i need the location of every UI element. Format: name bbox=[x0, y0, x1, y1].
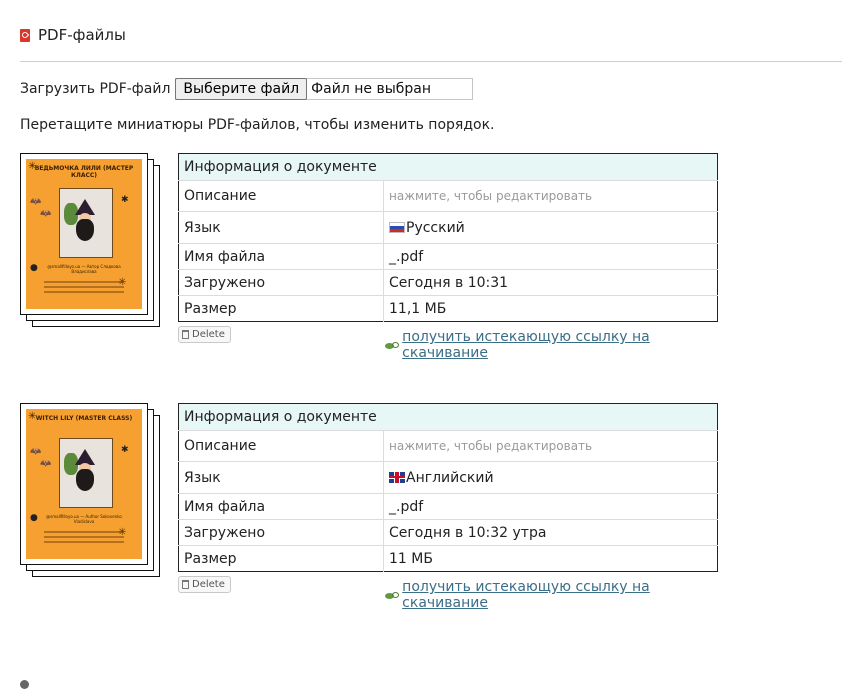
description-value[interactable]: нажмите, чтобы редактировать bbox=[383, 180, 718, 212]
description-value[interactable]: нажмите, чтобы редактировать bbox=[383, 430, 718, 462]
filename-value: _.pdf bbox=[383, 243, 718, 270]
thumbnail-cover-page: WITCH LILY (MASTER CLASS) ✳ 🦇 🦇 ✱ ● ✳ @s… bbox=[20, 403, 148, 565]
uploaded-key: Загружено bbox=[178, 269, 384, 296]
upload-label: Загрузить PDF-файл bbox=[20, 81, 171, 97]
language-value-cell[interactable]: Русский bbox=[383, 211, 718, 244]
uploaded-value: Сегодня в 10:32 утра bbox=[383, 519, 718, 546]
language-key: Язык bbox=[178, 211, 384, 244]
filename-key: Имя файла bbox=[178, 493, 384, 520]
file-input[interactable]: Выберите файл Файл не выбран bbox=[175, 78, 474, 100]
witch-body-image bbox=[76, 219, 94, 241]
pdf-file-icon bbox=[20, 28, 30, 42]
language-key: Язык bbox=[178, 461, 384, 494]
thumbnail-cover-page: ВЕДЬМОЧКА ЛИЛИ (МАСТЕР КЛАСС) ✳ 🦇 🦇 ✱ ● … bbox=[20, 153, 148, 315]
download-link-row: получить истекающую ссылку на скачивание bbox=[385, 329, 720, 361]
file-status: Файл не выбран bbox=[311, 81, 432, 97]
size-key: Размер bbox=[178, 545, 384, 572]
language-value-cell[interactable]: Английский bbox=[383, 461, 718, 494]
expiring-download-link[interactable]: получить истекающую ссылку на скачивание bbox=[402, 579, 720, 611]
link-icon bbox=[385, 591, 400, 600]
divider bbox=[20, 61, 842, 62]
bat-icon: 🦇 bbox=[30, 447, 42, 457]
cover-caption: @smallfilloyo.ua — Author Sokovenko Vlad… bbox=[46, 514, 122, 524]
reorder-hint: Перетащите миниатюры PDF-файлов, чтобы и… bbox=[20, 117, 495, 133]
cover-photo bbox=[59, 438, 113, 508]
russian-flag-icon bbox=[389, 221, 405, 233]
language-value[interactable]: Русский bbox=[406, 220, 465, 236]
spiderweb-icon: ✳ bbox=[28, 161, 37, 172]
size-key: Размер bbox=[178, 295, 384, 322]
cat-icon: ● bbox=[30, 263, 38, 273]
uk-flag-icon bbox=[389, 471, 405, 483]
next-section-peek bbox=[20, 680, 29, 689]
cover-title: WITCH LILY (MASTER CLASS) bbox=[35, 415, 133, 422]
table-header: Информация о документе bbox=[178, 403, 718, 431]
language-value[interactable]: Английский bbox=[406, 470, 494, 486]
filename-value: _.pdf bbox=[383, 493, 718, 520]
cover-text-lines bbox=[44, 281, 124, 296]
cover-photo bbox=[59, 188, 113, 258]
size-value: 11,1 МБ bbox=[383, 295, 718, 322]
uploaded-value: Сегодня в 10:31 bbox=[383, 269, 718, 296]
delete-button[interactable]: Delete bbox=[178, 576, 231, 593]
cat-icon: ● bbox=[30, 513, 38, 523]
download-link-row: получить истекающую ссылку на скачивание bbox=[385, 579, 720, 611]
trash-icon bbox=[182, 580, 189, 589]
expiring-download-link[interactable]: получить истекающую ссылку на скачивание bbox=[402, 329, 720, 361]
trash-icon bbox=[182, 330, 189, 339]
description-placeholder[interactable]: нажмите, чтобы редактировать bbox=[389, 439, 592, 453]
bat-icon: 🦇 bbox=[30, 197, 42, 207]
section-icon bbox=[20, 680, 29, 689]
description-key: Описание bbox=[178, 430, 384, 462]
cover-image: ВЕДЬМОЧКА ЛИЛИ (МАСТЕР КЛАСС) ✳ 🦇 🦇 ✱ ● … bbox=[26, 159, 142, 309]
size-value: 11 МБ bbox=[383, 545, 718, 572]
section-title: PDF-файлы bbox=[38, 26, 126, 44]
link-icon bbox=[385, 341, 400, 350]
cover-caption: @smallfilloyo.ua — Автор Сладкова Владис… bbox=[47, 264, 121, 274]
document-info-table: Информация о документе Описание нажмите,… bbox=[178, 153, 718, 322]
spider-icon: ✱ bbox=[121, 445, 129, 455]
cover-title: ВЕДЬМОЧКА ЛИЛИ (МАСТЕР КЛАСС) bbox=[34, 165, 134, 179]
bat-icon: 🦇 bbox=[40, 209, 52, 219]
delete-button[interactable]: Delete bbox=[178, 326, 231, 343]
pdf-thumbnail[interactable]: ВЕДЬМОЧКА ЛИЛИ (МАСТЕР КЛАСС) ✳ 🦇 🦇 ✱ ● … bbox=[20, 153, 160, 328]
spiderweb-icon: ✳ bbox=[28, 411, 37, 422]
choose-file-button[interactable]: Выберите файл bbox=[175, 78, 308, 100]
delete-label: Delete bbox=[192, 579, 225, 590]
uploaded-key: Загружено bbox=[178, 519, 384, 546]
section-header: PDF-файлы bbox=[20, 26, 126, 44]
witch-body-image bbox=[76, 469, 94, 491]
table-header: Информация о документе bbox=[178, 153, 718, 181]
pdf-thumbnail[interactable]: WITCH LILY (MASTER CLASS) ✳ 🦇 🦇 ✱ ● ✳ @s… bbox=[20, 403, 160, 578]
description-key: Описание bbox=[178, 180, 384, 212]
document-info-table: Информация о документе Описание нажмите,… bbox=[178, 403, 718, 572]
bat-icon: 🦇 bbox=[40, 459, 52, 469]
description-placeholder[interactable]: нажмите, чтобы редактировать bbox=[389, 189, 592, 203]
spider-icon: ✱ bbox=[121, 195, 129, 205]
upload-row: Загрузить PDF-файл Выберите файл Файл не… bbox=[20, 78, 474, 100]
delete-label: Delete bbox=[192, 329, 225, 340]
cover-image: WITCH LILY (MASTER CLASS) ✳ 🦇 🦇 ✱ ● ✳ @s… bbox=[26, 409, 142, 559]
cover-text-lines bbox=[44, 531, 124, 546]
filename-key: Имя файла bbox=[178, 243, 384, 270]
